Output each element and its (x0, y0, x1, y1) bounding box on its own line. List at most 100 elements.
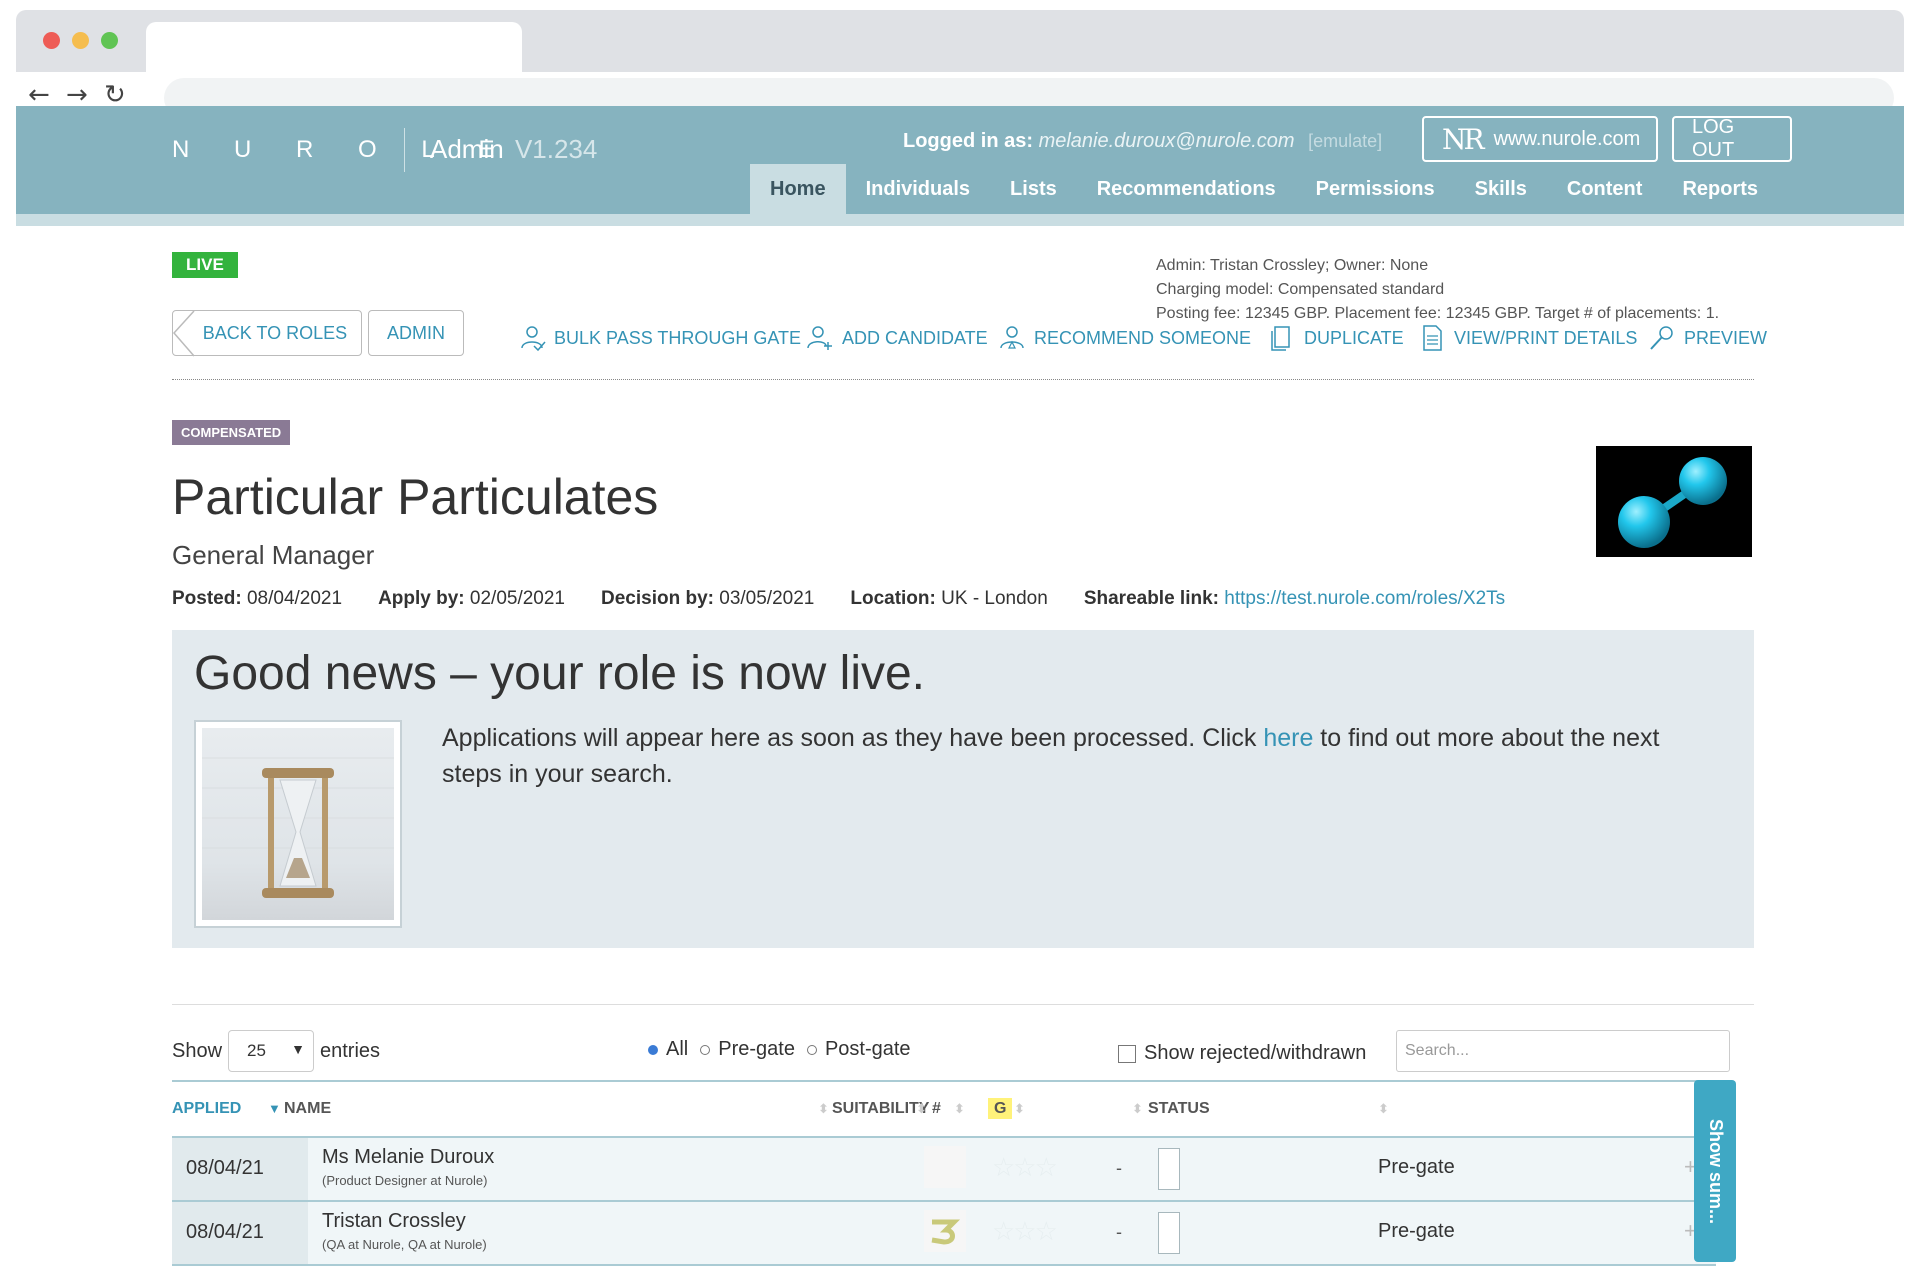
shareable-link: Shareable link: https://test.nurole.com/… (1084, 588, 1505, 610)
compensated-badge: COMPENSATED (172, 420, 291, 445)
forward-arrow-icon[interactable]: → (66, 82, 88, 108)
sort-icon[interactable]: ⬍ (1132, 1100, 1143, 1118)
col-suitability[interactable]: SUITABILITY (832, 1100, 929, 1118)
show-summary-tab[interactable]: Show sum... (1694, 1080, 1736, 1262)
browser-tab-strip (16, 10, 1904, 72)
sort-icon[interactable]: ⬍ (1378, 1100, 1389, 1118)
chevron-down-icon: ▼ (291, 1041, 305, 1057)
col-gate[interactable]: G (988, 1098, 1013, 1119)
candidate-name[interactable]: Tristan Crossley (322, 1210, 487, 1233)
nav-lists[interactable]: Lists (990, 164, 1077, 214)
location: Location: UK - London (850, 588, 1047, 610)
add-candidate-button[interactable]: ADD CANDIDATE (806, 324, 988, 352)
nav-home[interactable]: Home (750, 164, 846, 214)
posted-value: 08/04/2021 (246, 588, 343, 609)
role-title: Particular Particulates (172, 469, 659, 525)
entries-value: 25 (247, 1041, 266, 1060)
candidate-name-cell: Ms Melanie Duroux (Product Designer at N… (322, 1146, 494, 1188)
status-value: Pre-gate (1378, 1156, 1455, 1178)
minimize-window-button[interactable] (72, 32, 89, 49)
next-steps-link[interactable]: here (1263, 724, 1313, 752)
col-status[interactable]: STATUS (1148, 1100, 1210, 1118)
role-image (1596, 446, 1752, 557)
nav-recommendations[interactable]: Recommendations (1077, 164, 1296, 214)
show-summary-label: Show sum... (1705, 1118, 1726, 1224)
col-name[interactable]: NAME (284, 1100, 331, 1118)
logged-in-label: Logged in as: (903, 130, 1033, 152)
bulk-pass-button[interactable]: BULK PASS THROUGH GATE (518, 324, 801, 352)
sort-icon[interactable]: ⬍ (916, 1100, 927, 1118)
filter-post-gate[interactable]: Post-gate (806, 1038, 911, 1061)
applied-date: 08/04/21 (172, 1138, 308, 1200)
filter-pre-gate-label: Pre-gate (718, 1038, 795, 1060)
apply-by-date: Apply by: 02/05/2021 (378, 588, 565, 610)
maximize-window-button[interactable] (101, 32, 118, 49)
nav-individuals[interactable]: Individuals (846, 164, 990, 214)
website-button[interactable]: NR www.nurole.com (1422, 116, 1658, 162)
apply-by-value: 02/05/2021 (469, 588, 565, 609)
star-rating[interactable]: ☆☆☆ (992, 1152, 1058, 1183)
gate-filter: All Pre-gate Post-gate (648, 1038, 911, 1061)
logout-button[interactable]: LOG OUT (1672, 116, 1792, 162)
search-input[interactable]: Search... (1396, 1030, 1730, 1072)
gate-box[interactable] (1158, 1148, 1180, 1190)
shareable-link-url[interactable]: https://test.nurole.com/roles/X2Ts (1224, 588, 1505, 609)
suitability-image (924, 1146, 966, 1188)
star-rating[interactable]: ☆☆☆ (992, 1216, 1058, 1247)
molecule-image (1618, 457, 1727, 548)
checkbox-icon (1118, 1044, 1136, 1063)
table-row[interactable]: 08/04/21 Tristan Crossley (QA at Nurole,… (172, 1202, 1716, 1266)
back-to-roles-button[interactable]: BACK TO ROLES (172, 310, 362, 357)
nav-permissions[interactable]: Permissions (1296, 164, 1455, 214)
show-label: Show (172, 1040, 223, 1062)
table-row[interactable]: 08/04/21 Ms Melanie Duroux (Product Desi… (172, 1138, 1716, 1202)
duplicate-button[interactable]: DUPLICATE (1268, 324, 1404, 352)
radio-icon (806, 1044, 817, 1055)
preview-button[interactable]: PREVIEW (1648, 324, 1767, 352)
col-applied[interactable]: APPLIED (172, 1100, 241, 1118)
sort-icon[interactable]: ⬍ (818, 1100, 829, 1118)
close-window-button[interactable] (43, 32, 60, 49)
recommend-someone-button[interactable]: RECOMMEND SOMEONE (998, 324, 1251, 352)
header-bottom-strip (16, 214, 1904, 226)
show-rejected-checkbox[interactable]: Show rejected/withdrawn (1118, 1042, 1366, 1065)
hourglass-image (194, 720, 402, 928)
nr-logo-icon: NR (1442, 122, 1485, 156)
nav-content[interactable]: Content (1547, 164, 1663, 214)
good-news-title: Good news – your role is now live. (194, 647, 926, 700)
gate-box[interactable] (1158, 1212, 1180, 1254)
section-divider (172, 1004, 1754, 1005)
logged-in-email: melanie.duroux@nurole.com (1038, 130, 1295, 152)
nav-skills[interactable]: Skills (1455, 164, 1547, 214)
add-user-icon (807, 326, 832, 350)
back-arrow-icon[interactable]: ← (28, 82, 50, 108)
duplicate-label: DUPLICATE (1304, 327, 1404, 348)
status-value: Pre-gate (1378, 1220, 1455, 1242)
add-candidate-label: ADD CANDIDATE (842, 327, 988, 348)
view-print-details-button[interactable]: VIEW/PRINT DETAILS (1418, 324, 1637, 352)
preview-label: PREVIEW (1684, 327, 1768, 348)
applied-date: 08/04/21 (172, 1202, 308, 1264)
reload-icon[interactable]: ↻ (104, 82, 126, 108)
col-hash[interactable]: # (932, 1100, 941, 1118)
nav-reports[interactable]: Reports (1662, 164, 1778, 214)
sort-icon[interactable]: ⬍ (954, 1100, 965, 1118)
emulate-link[interactable]: [emulate] (1308, 131, 1382, 151)
view-print-details-label: VIEW/PRINT DETAILS (1454, 327, 1638, 348)
entries-select[interactable]: 25 ▼ (228, 1030, 314, 1072)
location-value: UK - London (941, 588, 1048, 609)
filter-all[interactable]: All (648, 1038, 688, 1061)
admin-button[interactable]: ADMIN (368, 310, 464, 356)
sort-icon[interactable]: ⬍ (1014, 1100, 1025, 1118)
back-to-roles-label: BACK TO ROLES (202, 322, 348, 343)
sort-down-icon[interactable]: ▼ (268, 1100, 281, 1118)
logo-divider (404, 128, 405, 172)
filter-pre-gate[interactable]: Pre-gate (700, 1038, 795, 1061)
role-subtitle: General Manager (172, 540, 375, 570)
news-text-before: Applications will appear here as soon as… (442, 724, 1264, 752)
admin-owner-line: Admin: Tristan Crossley; Owner: None (1156, 257, 1429, 274)
posted-label: Posted: (172, 588, 242, 609)
hourglass-photo (202, 728, 394, 920)
candidate-name[interactable]: Ms Melanie Duroux (322, 1146, 494, 1169)
browser-tab[interactable] (146, 22, 522, 72)
